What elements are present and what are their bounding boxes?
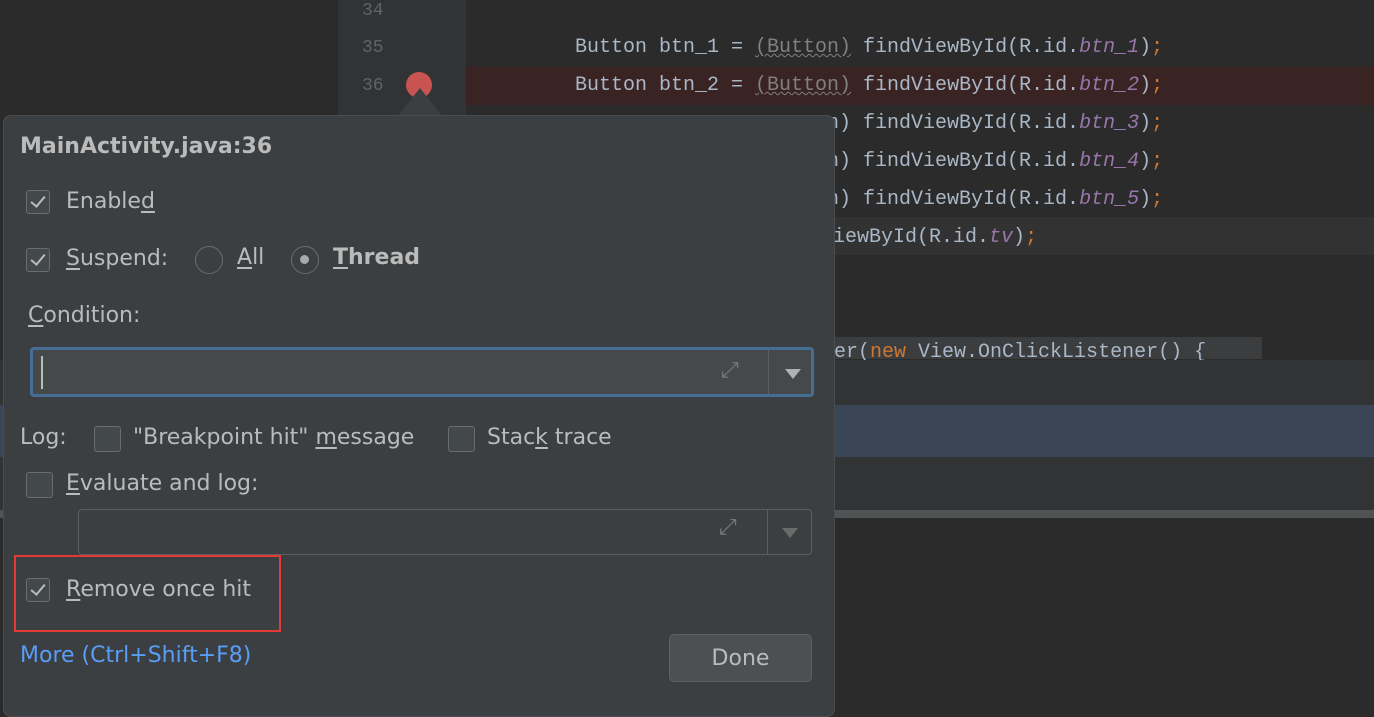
code-text: findViewById(R.id. [851,150,1080,173]
code-text: View.OnClickListener() { [906,341,1207,360]
mnemonic: E [66,471,80,496]
mnemonic: C [28,303,44,328]
label-text: hread [348,245,421,270]
field-ref: tv [989,226,1014,249]
label-text: uspend: [79,246,169,271]
code-text: ) [1139,188,1152,211]
code-text: findViewById(R.id. [851,36,1080,59]
label-text: ll [252,245,265,270]
code-line-40[interactable]: iewById(R.id.tv); [833,226,1037,249]
dropdown-arrow-icon[interactable] [785,369,801,379]
code-line-35[interactable]: Button btn_1 = (Button) findViewById(R.i… [575,36,1163,59]
semicolon: ; [1151,36,1164,59]
enabled-label[interactable]: Enabled [66,189,155,214]
semicolon: ; [1151,74,1164,97]
label-text: Stac [487,425,536,450]
field-ref: btn_1 [1079,36,1140,59]
stack-trace-label[interactable]: Stack trace [487,425,612,450]
field-ref: btn_2 [1079,74,1140,97]
suspend-label[interactable]: Suspend: [66,246,168,271]
evaluate-label[interactable]: Evaluate and log: [66,471,258,496]
log-message-label[interactable]: "Breakpoint hit" message [133,425,414,450]
enabled-checkbox[interactable] [26,190,50,214]
line-number: 35 [362,38,384,58]
code-line-39[interactable]: n) findViewById(R.id.btn_5); [827,188,1163,211]
field-ref: btn_4 [1079,150,1140,173]
code-text: findViewById(R.id. [851,74,1080,97]
popup-title: MainActivity.java:36 [20,134,273,159]
mnemonic: k [535,425,548,450]
field-ref: btn_5 [1079,188,1140,211]
condition-input[interactable]: ⤢ [30,347,814,397]
keyword: new [870,341,907,360]
divider [767,510,768,554]
evaluate-checkbox[interactable] [26,472,53,498]
code-text: ) [1013,226,1026,249]
popup-pointer [398,88,442,116]
divider [768,350,769,394]
more-link[interactable]: More (Ctrl+Shift+F8) [20,643,251,668]
code-line-37[interactable]: n) findViewById(R.id.btn_3); [827,112,1163,135]
code-text: ) [1139,36,1152,59]
label-text: essage [336,425,415,450]
code-text: ) [1139,150,1152,173]
suspend-thread-label[interactable]: Thread [333,245,420,270]
mnemonic: d [140,189,155,214]
code-text: ) [1139,74,1152,97]
code-text: ) [1139,112,1152,135]
code-text: Button btn_1 = [575,36,756,59]
done-button[interactable]: Done [669,634,812,682]
expand-icon[interactable]: ⤢ [719,515,737,540]
log-message-checkbox[interactable] [94,426,121,452]
semicolon: ; [1151,150,1164,173]
suspend-all-label[interactable]: All [237,245,264,270]
semicolon: ; [1151,188,1164,211]
label-text: "Breakpoint hit" [133,425,316,450]
suspend-all-radio[interactable] [195,246,223,274]
stack-trace-checkbox[interactable] [448,426,475,452]
code-line-43[interactable]: ner(new View.OnClickListener() { [822,338,1206,360]
mnemonic: A [237,245,253,270]
mnemonic: T [333,245,349,270]
expand-icon[interactable]: ⤢ [721,358,739,383]
mnemonic: S [66,246,80,271]
code-text: Button btn_2 = [575,74,756,97]
suspend-checkbox[interactable] [26,248,50,272]
label-text: trace [547,425,612,450]
cast-warning: (Button) [755,74,852,97]
code-text: findViewById(R.id. [851,188,1080,211]
text-caret [41,356,43,389]
code-text: findViewById(R.id. [851,112,1080,135]
code-text: iewById(R.id. [833,226,990,249]
semicolon: ; [1151,112,1164,135]
label-text: Enable [66,189,141,214]
mnemonic: m [315,425,337,450]
cast-warning: (Button) [755,36,852,59]
line-number: 36 [362,76,384,96]
field-ref: btn_3 [1079,112,1140,135]
line-number: 34 [362,1,384,21]
label-text: valuate and log: [79,471,259,496]
condition-label: Condition: [28,303,140,328]
log-label: Log: [20,425,67,450]
highlight-box [14,555,281,632]
label-text: ondition: [43,303,141,328]
evaluate-input[interactable]: ⤢ [78,509,812,555]
code-line-38[interactable]: n) findViewById(R.id.btn_4); [827,150,1163,173]
suspend-thread-radio[interactable] [291,246,319,274]
dropdown-arrow-icon[interactable] [782,528,798,538]
semicolon: ; [1025,226,1038,249]
code-line-36[interactable]: Button btn_2 = (Button) findViewById(R.i… [575,74,1163,97]
